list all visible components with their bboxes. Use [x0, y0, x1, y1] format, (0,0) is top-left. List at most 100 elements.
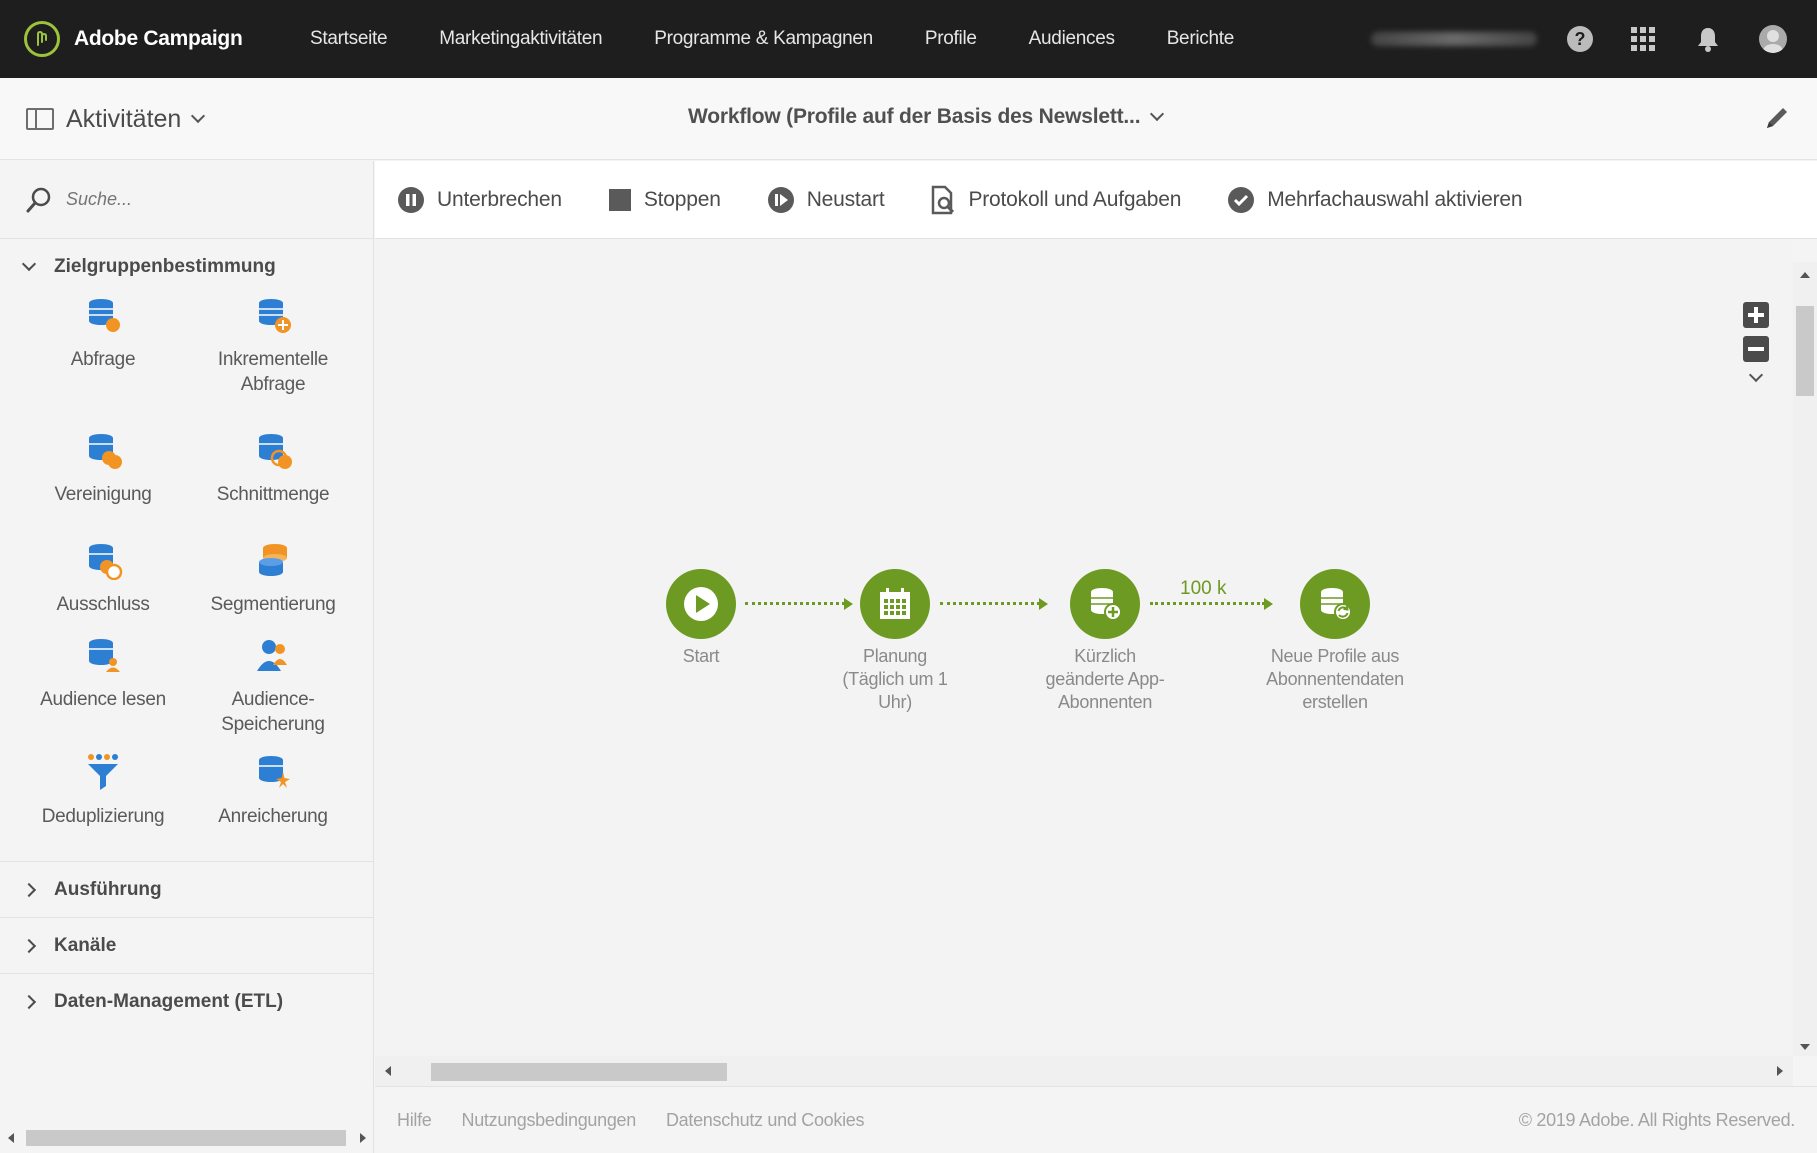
- activity-audience-speicherung[interactable]: Audience-Speicherung: [188, 635, 358, 752]
- logs-label: Protokoll und Aufgaben: [968, 187, 1182, 211]
- workflow-canvas[interactable]: Start Planung (Täglich um 1 Uhr) Kürzlic…: [375, 240, 1793, 1056]
- top-right-controls: ?: [1371, 0, 1817, 78]
- chevron-down-icon: [21, 256, 37, 272]
- chevron-right-icon: [21, 994, 37, 1010]
- zoom-out-icon[interactable]: [1743, 336, 1769, 362]
- chevron-down-icon: [1150, 106, 1165, 122]
- node-circle: [666, 569, 736, 639]
- section-label: Kanäle: [54, 934, 117, 956]
- calendar-icon: [880, 588, 910, 619]
- avatar[interactable]: [1759, 25, 1787, 53]
- top-bar: Adobe Campaign Startseite Marketingaktiv…: [0, 0, 1817, 78]
- activity-abfrage[interactable]: Abfrage: [18, 295, 188, 430]
- scrollbar-thumb[interactable]: [431, 1063, 727, 1081]
- search-input[interactable]: [66, 189, 346, 210]
- activity-schnittmenge[interactable]: Schnittmenge: [188, 430, 358, 540]
- nav-berichte[interactable]: Berichte: [1167, 28, 1235, 50]
- log-document-icon: [932, 185, 955, 214]
- enrichment-icon: [259, 756, 290, 788]
- chevron-down-icon[interactable]: [1748, 367, 1764, 383]
- multiselect-label: Mehrfachauswahl aktivieren: [1267, 187, 1523, 211]
- activities-toggle[interactable]: Aktivitäten: [26, 78, 206, 160]
- section-label: Daten-Management (ETL): [54, 991, 284, 1012]
- workflow-title-dropdown[interactable]: Workflow (Profile auf der Basis des News…: [688, 78, 1165, 156]
- nav-profile[interactable]: Profile: [925, 28, 977, 50]
- activity-label: Abfrage: [70, 349, 136, 370]
- segmentation-icon: [259, 544, 287, 576]
- node-label: Kürzlich geänderte App-Abonnenten: [1045, 646, 1165, 712]
- scroll-right-arrow-icon[interactable]: [360, 1133, 366, 1143]
- logs-tasks-button[interactable]: Protokoll und Aufgaben: [930, 185, 1181, 215]
- activity-anreicherung[interactable]: Anreicherung: [188, 752, 358, 847]
- activity-deduplizierung[interactable]: Deduplizierung: [18, 752, 188, 847]
- help-icon[interactable]: ?: [1567, 26, 1593, 52]
- canvas-vertical-scrollbar[interactable]: [1793, 262, 1817, 1056]
- nav-audiences[interactable]: Audiences: [1029, 28, 1115, 50]
- restart-icon: [767, 186, 794, 213]
- intersection-icon: [259, 434, 292, 469]
- zoom-in-icon[interactable]: [1743, 302, 1769, 328]
- scroll-down-arrow-icon[interactable]: [1800, 1044, 1810, 1050]
- pencil-edit-icon[interactable]: [1759, 100, 1795, 136]
- scrollbar-thumb[interactable]: [1796, 306, 1814, 396]
- section-zielgruppenbestimmung[interactable]: Zielgruppenbestimmung: [0, 239, 373, 295]
- sidebar-horizontal-scrollbar[interactable]: [0, 1121, 374, 1153]
- nav-programme-kampagnen[interactable]: Programme & Kampagnen: [654, 28, 873, 50]
- play-icon: [684, 587, 718, 621]
- activity-label: Schnittmenge: [216, 484, 330, 505]
- node-circle: [860, 569, 930, 639]
- section-ausfuehrung[interactable]: Ausführung: [0, 862, 373, 918]
- search-bar: [0, 161, 373, 239]
- footer-link-privacy[interactable]: Datenschutz und Cookies: [666, 1110, 865, 1131]
- pause-button[interactable]: Unterbrechen: [397, 186, 562, 214]
- activities-sidebar: Zielgruppenbestimmung Abfrage Inkremente…: [0, 161, 374, 1153]
- restart-button[interactable]: Neustart: [767, 186, 885, 214]
- activity-label: Audience lesen: [40, 689, 166, 710]
- nav-startseite[interactable]: Startseite: [310, 28, 388, 50]
- activity-ausschluss[interactable]: Ausschluss: [18, 540, 188, 635]
- chevron-down-icon: [191, 108, 206, 124]
- activity-segmentierung[interactable]: Segmentierung: [188, 540, 358, 635]
- pause-icon: [398, 186, 424, 213]
- chevron-right-icon: [21, 882, 37, 897]
- apps-grid-icon[interactable]: [1631, 27, 1655, 51]
- activities-label: Aktivitäten: [66, 104, 182, 133]
- deduplication-icon: [88, 754, 118, 790]
- scrollbar-thumb[interactable]: [26, 1130, 346, 1146]
- scroll-left-arrow-icon[interactable]: [385, 1066, 391, 1076]
- multiselect-button[interactable]: Mehrfachauswahl aktivieren: [1227, 186, 1523, 214]
- bell-icon[interactable]: [1695, 25, 1721, 53]
- footer: Hilfe Nutzungsbedingungen Datenschutz un…: [375, 1086, 1817, 1153]
- transition-arrow[interactable]: [1150, 597, 1273, 610]
- scroll-left-arrow-icon[interactable]: [8, 1133, 14, 1143]
- brand[interactable]: Adobe Campaign: [24, 21, 310, 57]
- canvas-horizontal-scrollbar[interactable]: [375, 1056, 1793, 1086]
- section-kanaele[interactable]: Kanäle: [0, 918, 373, 974]
- node-label: Start: [682, 646, 720, 666]
- restart-label: Neustart: [806, 187, 885, 211]
- footer-link-help[interactable]: Hilfe: [397, 1110, 432, 1131]
- workflow-title: Workflow (Profile auf der Basis des News…: [688, 105, 1141, 128]
- zoom-controls: [1743, 302, 1771, 383]
- section-daten-management[interactable]: Daten-Management (ETL): [0, 974, 373, 1030]
- scroll-right-arrow-icon[interactable]: [1777, 1066, 1783, 1076]
- activity-vereinigung[interactable]: Vereinigung: [18, 430, 188, 540]
- workflow-node-kuerzlich-geaenderte[interactable]: Kürzlich geänderte App-Abonnenten: [1025, 569, 1185, 714]
- workflow-node-start[interactable]: Start: [621, 569, 781, 668]
- footer-link-terms[interactable]: Nutzungsbedingungen: [462, 1110, 637, 1131]
- nav-marketingaktivitaeten[interactable]: Marketingaktivitäten: [439, 28, 602, 50]
- workflow-node-planung[interactable]: Planung (Täglich um 1 Uhr): [815, 569, 975, 714]
- pause-label: Unterbrechen: [437, 187, 562, 211]
- activity-audience-lesen[interactable]: Audience lesen: [18, 635, 188, 752]
- activity-inkrementelle-abfrage[interactable]: Inkrementelle Abfrage: [188, 295, 358, 430]
- stop-button[interactable]: Stoppen: [608, 188, 721, 212]
- workflow-node-neue-profile[interactable]: Neue Profile aus Abonnentendaten erstell…: [1255, 569, 1415, 714]
- database-add-icon: [1091, 588, 1122, 621]
- node-circle: [1070, 569, 1140, 639]
- activity-label: Audience-Speicherung: [221, 689, 325, 735]
- scroll-up-arrow-icon[interactable]: [1800, 272, 1810, 278]
- activity-label: Deduplizierung: [41, 806, 165, 827]
- search-icon: [26, 187, 51, 212]
- user-name-blurred[interactable]: [1371, 32, 1537, 46]
- union-icon: [89, 434, 122, 469]
